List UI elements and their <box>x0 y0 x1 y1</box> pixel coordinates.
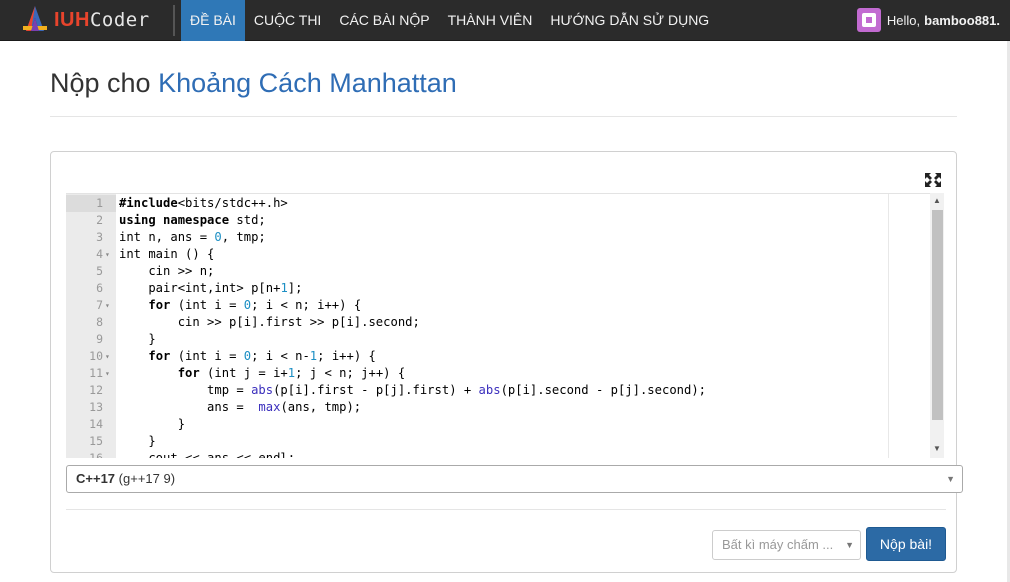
code-line[interactable]: 11 ▾ for (int j = i+1; j < n; j++) { <box>66 365 930 382</box>
problem-link[interactable]: Khoảng Cách Manhattan <box>158 68 457 98</box>
judge-placeholder: Bất kì máy chấm ... <box>722 537 834 552</box>
editor-scroll-thumb[interactable] <box>932 210 943 420</box>
code-line[interactable]: 6 pair<int,int> p[n+1]; <box>66 280 930 297</box>
panel-divider <box>66 509 946 510</box>
brand-name: IUHCoder <box>54 8 150 31</box>
code-text: for (int i = 0; i < n; i++) { <box>148 298 362 312</box>
code-line[interactable]: 13 ans = max(ans, tmp); <box>66 399 930 416</box>
line-number: 16 <box>89 451 103 458</box>
code-text: using namespace std; <box>119 213 266 227</box>
title-prefix: Nộp cho <box>50 68 151 98</box>
chevron-down-icon: ▼ <box>845 540 854 550</box>
brand-logo-icon <box>23 6 47 31</box>
language-detail: (g++17 9) <box>118 471 176 486</box>
line-number: 10 <box>89 349 103 363</box>
fold-toggle-icon[interactable]: ▾ <box>105 246 110 263</box>
line-number: 3 <box>96 230 103 244</box>
brand-link[interactable]: IUHCoder <box>20 4 150 36</box>
line-number: 8 <box>96 315 103 329</box>
code-line[interactable]: 12 tmp = abs(p[i].first - p[j].first) + … <box>66 382 930 399</box>
greeting-text: Hello, <box>886 12 921 28</box>
language-name: C++17 <box>76 471 116 486</box>
code-line[interactable]: 10 ▾ for (int i = 0; i < n-1; i++) { <box>66 348 930 365</box>
code-editor[interactable]: 1 #include<bits/stdc++.h> 2 using namespace… <box>66 193 944 458</box>
code-text: int n, ans = 0, tmp; <box>119 230 266 244</box>
code-text: #include<bits/stdc++.h> <box>119 196 288 210</box>
fullscreen-icon[interactable] <box>924 172 942 188</box>
user-menu[interactable]: Hello, bamboo881. <box>856 7 1000 33</box>
code-line[interactable]: 9 } <box>66 331 930 348</box>
line-number: 11 <box>89 366 103 380</box>
code-text: for (int i = 0; i < n-1; i++) { <box>148 349 376 363</box>
nav-item-4[interactable]: HƯỚNG DẪN SỬ DỤNG <box>541 0 718 41</box>
line-number: 9 <box>96 332 103 346</box>
code-text: } <box>119 434 156 448</box>
language-select[interactable]: C++17 (g++17 9) ▼ <box>66 465 963 493</box>
code-text: cout << ans << endl; <box>119 451 296 458</box>
line-number: 4 <box>96 247 103 261</box>
code-line[interactable]: 4 ▾ int main () { <box>66 246 930 263</box>
nav-item-2[interactable]: CÁC BÀI NỘP <box>330 0 438 41</box>
code-line[interactable]: 3 int n, ans = 0, tmp; <box>66 229 930 246</box>
code-line[interactable]: 8 cin >> p[i].first >> p[i].second; <box>66 314 930 331</box>
chevron-down-icon: ▼ <box>946 474 955 484</box>
code-line[interactable]: 2 using namespace std; <box>66 212 930 229</box>
code-line[interactable]: 16 cout << ans << endl; <box>66 450 930 458</box>
line-number: 15 <box>89 434 103 448</box>
scroll-up-icon[interactable]: ▲ <box>933 196 941 205</box>
code-text: cin >> p[i].first >> p[i].second; <box>119 315 420 329</box>
code-text: cin >> n; <box>119 264 215 278</box>
code-line[interactable]: 7 ▾ for (int i = 0; i < n; i++) { <box>66 297 930 314</box>
nav-item-3[interactable]: THÀNH VIÊN <box>439 0 542 41</box>
code-text: } <box>119 417 186 431</box>
avatar <box>856 8 881 32</box>
scroll-down-icon[interactable]: ▼ <box>933 444 941 453</box>
code-text: } <box>119 332 156 346</box>
line-number: 6 <box>96 281 103 295</box>
code-text: pair<int,int> p[n+1]; <box>119 281 303 295</box>
code-line[interactable]: 5 cin >> n; <box>66 263 930 280</box>
editor-scrollbar[interactable]: ▲ ▼ <box>930 193 944 458</box>
username: bamboo881. <box>924 12 1000 28</box>
line-number: 2 <box>96 213 103 227</box>
line-number: 5 <box>96 264 103 278</box>
code-text: for (int j = i+1; j < n; j++) { <box>177 366 406 380</box>
nav-item-1[interactable]: CUỘC THI <box>245 0 330 41</box>
nav-item-0[interactable]: ĐỀ BÀI <box>181 0 245 41</box>
line-number: 1 <box>66 195 116 212</box>
title-divider <box>50 116 957 117</box>
code-line[interactable]: 14 } <box>66 416 930 433</box>
line-number: 7 <box>96 298 103 312</box>
nav-divider <box>173 5 175 36</box>
line-number: 12 <box>89 383 103 397</box>
page-title: Nộp cho Khoảng Cách Manhattan <box>50 68 457 99</box>
fold-toggle-icon[interactable]: ▾ <box>105 365 110 382</box>
code-text: int main () { <box>119 247 215 261</box>
main-nav: ĐỀ BÀI CUỘC THI CÁC BÀI NỘP THÀNH VIÊN HƯỚNG… <box>181 0 718 41</box>
fold-toggle-icon[interactable]: ▾ <box>105 348 110 365</box>
fold-toggle-icon[interactable]: ▾ <box>105 297 110 314</box>
code-text: ans = max(ans, tmp); <box>119 400 362 414</box>
line-number: 14 <box>89 417 103 431</box>
code-text: tmp = abs(p[i].first - p[j].first) + abs… <box>119 383 707 397</box>
top-navbar: IUHCoder ĐỀ BÀI CUỘC THI CÁC BÀI NỘP THÀNH … <box>0 0 1010 41</box>
code-line[interactable]: 15 } <box>66 433 930 450</box>
judge-select[interactable]: Bất kì máy chấm ... ▼ <box>712 530 861 560</box>
submit-button[interactable]: Nộp bài! <box>866 527 946 561</box>
line-number: 13 <box>89 400 103 414</box>
code-line[interactable]: 1 #include<bits/stdc++.h> <box>66 195 930 212</box>
